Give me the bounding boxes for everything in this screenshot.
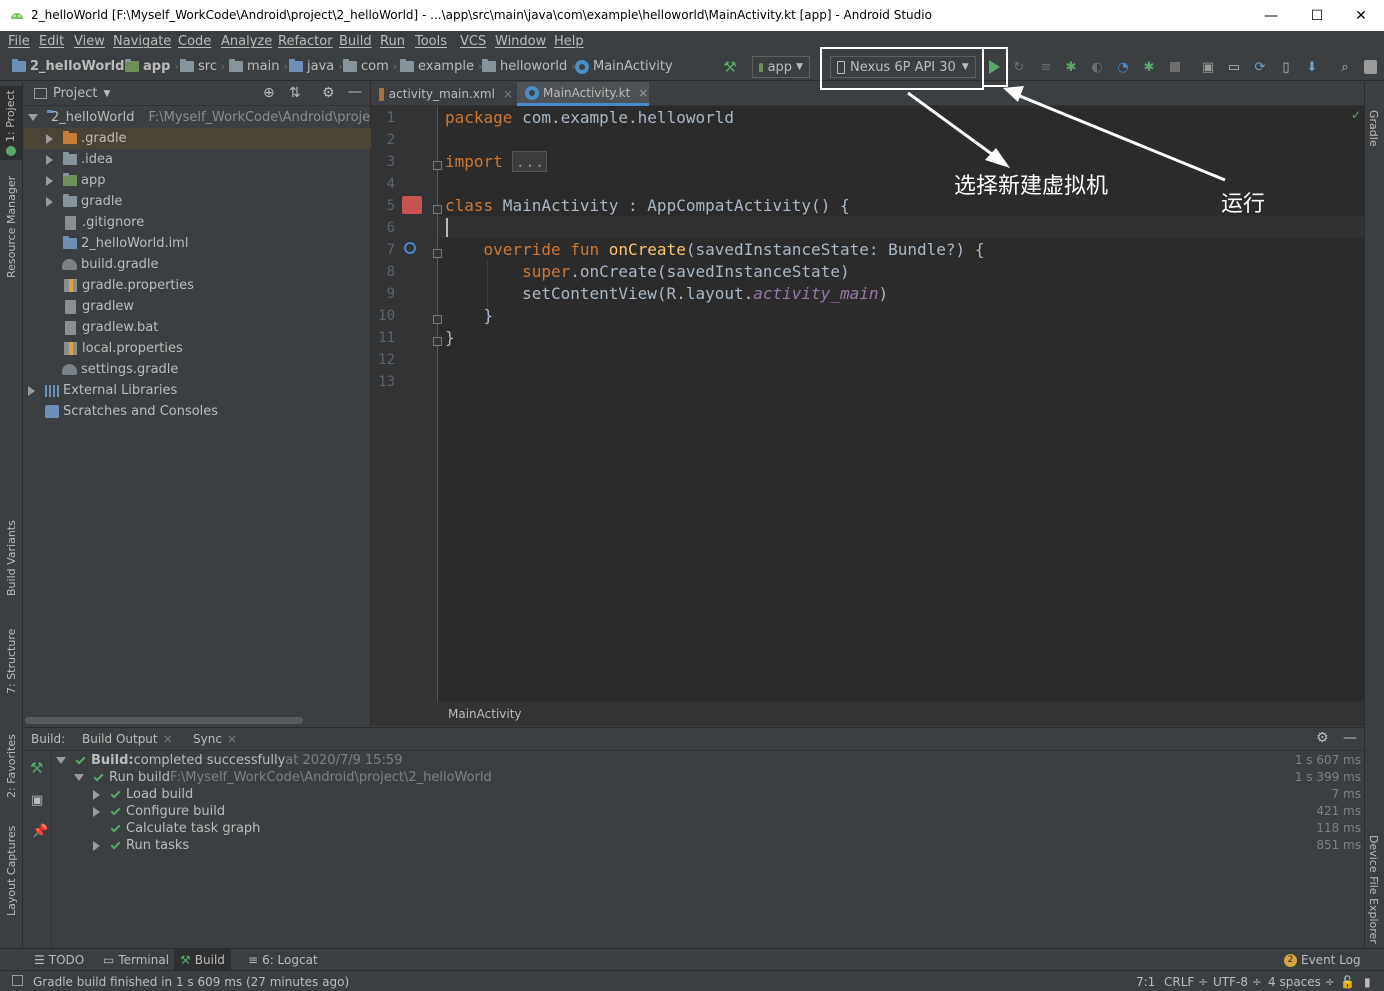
- annotation-new-vm-label: 选择新建虚拟机: [954, 174, 1109, 199]
- annotation-arrows: [907, 86, 1226, 182]
- annotation-run-label: 运行: [1221, 192, 1266, 217]
